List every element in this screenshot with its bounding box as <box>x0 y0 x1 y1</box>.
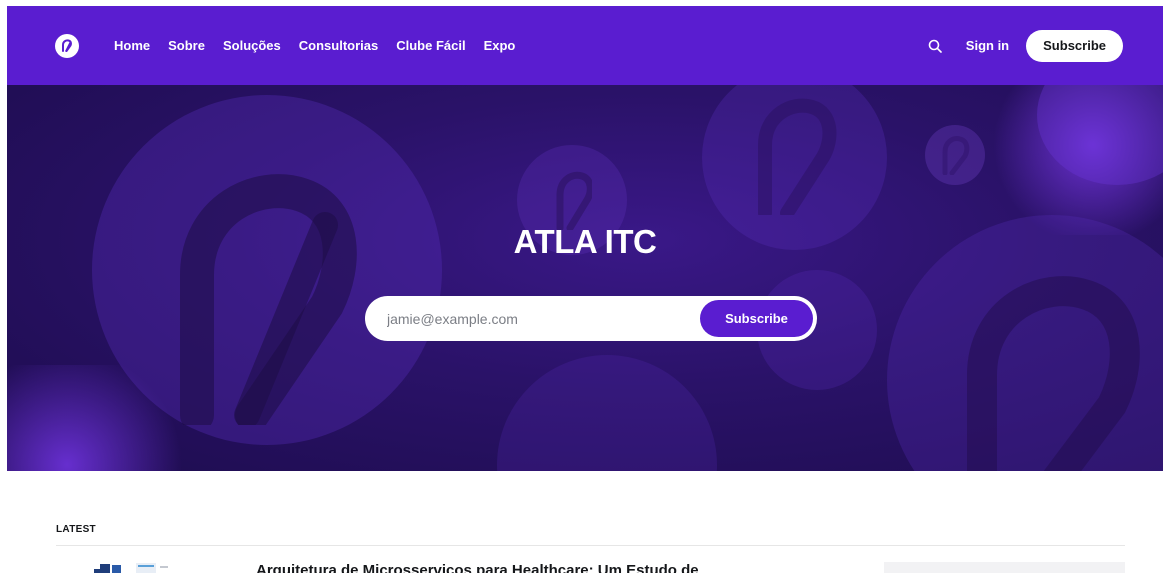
sign-in-link[interactable]: Sign in <box>966 38 1009 53</box>
site-title: ATLA ITC <box>513 223 657 260</box>
hero-banner: ATLA ITC Subscribe <box>7 85 1163 471</box>
hero-decor-logo-icon <box>967 276 1140 471</box>
nav-link-sobre[interactable]: Sobre <box>168 38 205 53</box>
subscribe-button[interactable]: Subscribe <box>1026 29 1123 62</box>
email-input[interactable] <box>385 309 700 328</box>
atla-logo-icon[interactable] <box>55 33 79 58</box>
nav-link-expo[interactable]: Expo <box>484 38 516 53</box>
article-title[interactable]: Arquitetura de Microsserviços para Healt… <box>256 563 699 573</box>
nav-actions: Sign in Subscribe <box>924 29 1123 62</box>
search-icon <box>928 39 942 53</box>
main-nav: Home Sobre Soluções Consultorias Clube F… <box>114 38 533 53</box>
nav-link-clube-facil[interactable]: Clube Fácil <box>396 38 465 53</box>
subscribe-form: Subscribe <box>365 296 817 341</box>
article-card[interactable]: Arquitetura de Microsserviços para Healt… <box>56 562 856 573</box>
hero-decor-logo-icon <box>556 171 592 230</box>
site-header: Home Sobre Soluções Consultorias Clube F… <box>7 6 1163 85</box>
nav-link-solucoes[interactable]: Soluções <box>223 38 281 53</box>
section-heading-latest: LATEST <box>56 524 96 535</box>
hero-decor-circle <box>497 355 717 471</box>
hero-decor-logo-icon <box>942 136 970 175</box>
sidebar-card <box>884 562 1125 573</box>
search-button[interactable] <box>924 35 946 57</box>
article-thumbnail[interactable] <box>56 562 206 573</box>
nav-link-home[interactable]: Home <box>114 38 150 53</box>
hero-subscribe-button[interactable]: Subscribe <box>700 300 813 337</box>
nav-link-consultorias[interactable]: Consultorias <box>299 38 378 53</box>
hero-decor-logo-icon <box>180 174 357 425</box>
page: Home Sobre Soluções Consultorias Clube F… <box>7 6 1163 573</box>
divider <box>56 545 1125 546</box>
article-thumbnail-image <box>94 563 168 573</box>
hero-decor-logo-icon <box>758 98 837 215</box>
